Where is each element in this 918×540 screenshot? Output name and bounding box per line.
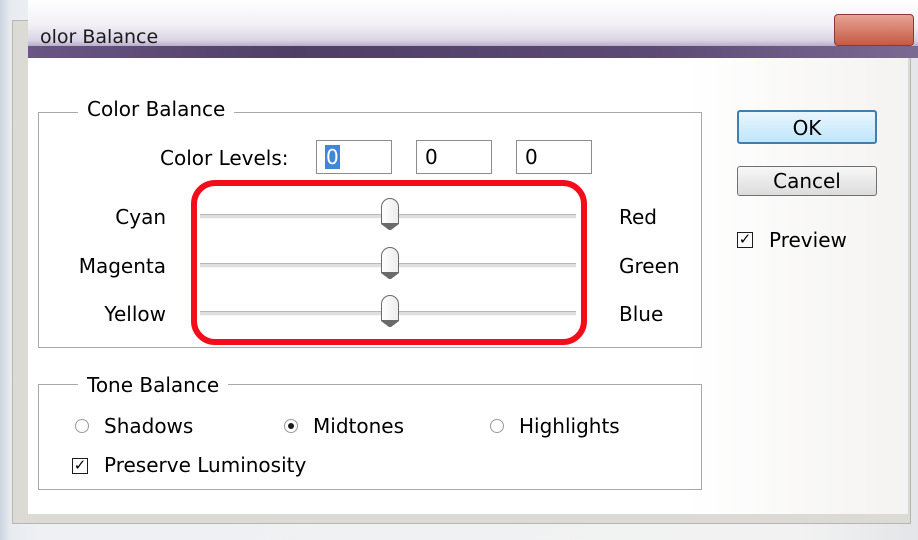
magenta-label: Magenta: [78, 254, 166, 278]
yellow-label: Yellow: [104, 302, 166, 326]
color-level-field-1[interactable]: 0: [316, 140, 392, 174]
shadows-label[interactable]: Shadows: [104, 414, 193, 438]
preview-checkbox[interactable]: ✓: [737, 232, 753, 248]
cyan-label: Cyan: [115, 205, 166, 229]
midtones-radio[interactable]: [284, 419, 298, 433]
color-level-value-1: 0: [325, 145, 340, 169]
color-level-value-2: 0: [425, 145, 438, 169]
color-balance-group-title: Color Balance: [78, 97, 235, 121]
green-label: Green: [619, 254, 680, 278]
red-highlight-annotation: [191, 180, 587, 345]
color-level-value-3: 0: [525, 145, 538, 169]
color-levels-label: Color Levels:: [160, 146, 289, 170]
color-level-field-3[interactable]: 0: [516, 140, 592, 174]
preserve-luminosity-checkbox[interactable]: ✓: [72, 458, 88, 474]
red-label: Red: [619, 205, 657, 229]
blue-label: Blue: [619, 302, 664, 326]
highlights-label[interactable]: Highlights: [519, 414, 620, 438]
color-level-field-2[interactable]: 0: [416, 140, 492, 174]
cancel-button[interactable]: Cancel: [737, 166, 877, 196]
preserve-luminosity-label[interactable]: Preserve Luminosity: [104, 453, 306, 477]
tone-balance-group-title: Tone Balance: [78, 373, 229, 397]
preview-label[interactable]: Preview: [769, 228, 847, 252]
midtones-label[interactable]: Midtones: [313, 414, 404, 438]
title-bar[interactable]: olor Balance: [28, 0, 918, 58]
shadows-radio[interactable]: [75, 419, 89, 433]
close-button[interactable]: [834, 14, 914, 46]
ok-button[interactable]: OK: [737, 110, 877, 144]
window-title: olor Balance: [40, 26, 159, 48]
highlights-radio[interactable]: [490, 419, 504, 433]
